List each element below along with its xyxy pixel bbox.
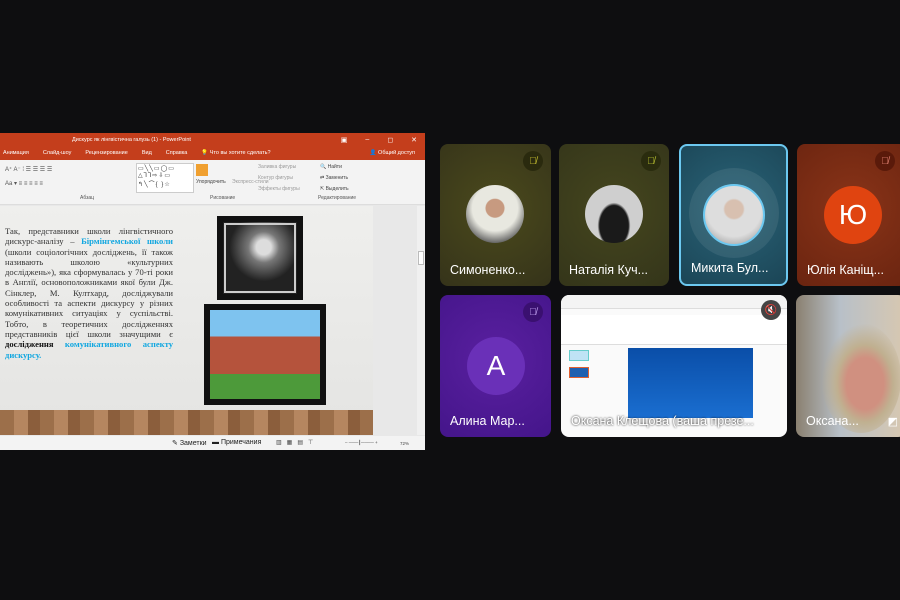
tab-slideshow[interactable]: Слайд-шоу xyxy=(43,150,72,156)
find-label: Найти xyxy=(327,164,342,170)
shared-titlebar xyxy=(561,295,787,309)
maximize-button[interactable]: ◻ xyxy=(387,136,393,144)
participant-tile[interactable]: Ю 🎙̸ Юлія Каніщ... xyxy=(797,144,900,286)
view-buttons[interactable]: ▥ ▦ ▤ ⊤ xyxy=(276,439,313,446)
shapes-gallery[interactable]: ▭╲╲▭◯▭ △⅂⅂⇨⇩▭ ↰╲⌒{ }☆ xyxy=(136,163,194,193)
avatar xyxy=(703,184,765,246)
notes-label: Заметки xyxy=(179,440,207,447)
avatar xyxy=(466,185,524,243)
tab-animation[interactable]: Анимация xyxy=(3,150,29,156)
zoom-slider[interactable]: – ───┃──── + xyxy=(345,440,378,446)
title-bar: Дискурс як лінгвістична галузь (1) - Pow… xyxy=(0,133,425,146)
avatar-initial: Ю xyxy=(838,199,868,230)
select-label: Выделить xyxy=(325,186,349,192)
powerpoint-window: Дискурс як лінгвістична галузь (1) - Pow… xyxy=(0,133,425,450)
participant-tile[interactable]: 🎙̸ Симоненко... xyxy=(440,144,551,286)
close-button[interactable]: ✕ xyxy=(411,136,417,144)
participant-name: Микита Бул... xyxy=(691,261,769,275)
shape-outline-button[interactable]: Контур фигуры xyxy=(258,175,293,181)
participant-tile[interactable]: 🎙̸ Наталія Куч... xyxy=(559,144,669,286)
text-highlight-1: Бірмінгемської школи xyxy=(81,236,173,247)
zoom-level: 72% xyxy=(400,441,410,446)
group-paragraph: Абзац xyxy=(80,195,95,201)
avatar: Ю xyxy=(824,186,882,244)
slide-canvas[interactable]: Так, представники школи лінгвістичного д… xyxy=(0,206,373,435)
thumbnail-2 xyxy=(569,367,589,378)
shared-ribbon xyxy=(561,315,787,345)
ribbon: A⁺ A⁻ ⁞ ☰ ☰ ☰ ☰ Aa ▾ ≡ ≡ ≡ ≡ ≡ Абзац ▭╲╲… xyxy=(0,160,425,205)
picture-in-picture-icon[interactable]: ◩ xyxy=(888,415,898,428)
text-bold: дослідження xyxy=(5,339,54,350)
arrange-button[interactable]: Упорядочить xyxy=(196,179,226,185)
replace-label: Заменить xyxy=(325,175,349,181)
tell-me-label: Что вы хотите сделать? xyxy=(209,150,271,156)
vertical-scrollbar[interactable] xyxy=(417,206,425,435)
minimize-button[interactable]: – xyxy=(365,136,369,144)
share-label: Общий доступ xyxy=(378,150,415,156)
share-button[interactable]: 👤 Общий доступ xyxy=(370,150,415,156)
shape-effects-button[interactable]: Эффекты фигуры xyxy=(258,186,300,192)
participant-name: Юлія Каніщ... xyxy=(807,263,884,277)
avatar xyxy=(585,185,643,243)
participant-name: Симоненко... xyxy=(450,263,526,277)
group-drawing: Рисование xyxy=(210,195,236,201)
muted-mic-icon: 🎙̸ xyxy=(875,151,895,171)
notes-button[interactable]: ✎ Заметки xyxy=(172,439,207,447)
comments-button[interactable]: ▬ Примечания xyxy=(212,439,261,446)
avatar: А xyxy=(467,337,525,395)
group-editing: Редактирование xyxy=(318,195,357,201)
screen-share-tile[interactable]: 🔇 Оксана Клещова (ваша презе... xyxy=(561,295,787,437)
muted-speaker-icon: 🔇 xyxy=(761,300,781,320)
muted-mic-icon: 🎙̸ xyxy=(523,151,543,171)
avatar-initial: А xyxy=(486,350,506,381)
find-button[interactable]: 🔍 Найти xyxy=(320,164,342,170)
portrait-photo xyxy=(217,216,303,300)
shape-fill-button[interactable]: Заливка фигуры xyxy=(258,164,296,170)
thumbnail-1 xyxy=(569,350,589,361)
ribbon-display-icon[interactable]: ▣ xyxy=(341,136,348,144)
wood-floor-decoration xyxy=(0,410,373,435)
window-title: Дискурс як лінгвістична галузь (1) - Pow… xyxy=(72,137,191,143)
slide: Так, представники школи лінгвістичного д… xyxy=(0,206,373,435)
participant-tile-speaking[interactable]: Микита Бул... xyxy=(679,144,788,286)
participant-tile[interactable]: А 🎙̸ Алина Мар... xyxy=(440,295,551,437)
replace-button[interactable]: ⇄ Заменить xyxy=(320,175,348,181)
participant-name: Оксана... xyxy=(806,414,859,428)
select-button[interactable]: ⇱ Выделить xyxy=(320,186,349,192)
font-controls[interactable]: A⁺ A⁻ ⁞ ☰ ☰ ☰ ☰ xyxy=(5,166,52,173)
participant-name: Оксана Клещова (ваша презе... xyxy=(571,414,754,428)
ribbon-tabs: Анимация Слайд-шоу Рецензирование Вид Сп… xyxy=(0,146,425,160)
participant-video-tile[interactable]: Оксана... ◩ xyxy=(796,295,900,437)
shared-slide xyxy=(628,348,753,418)
text-p2: (школи соціологічних досліджень, її тако… xyxy=(5,246,173,339)
tab-help[interactable]: Справка xyxy=(166,150,188,156)
muted-mic-icon: 🎙̸ xyxy=(641,151,661,171)
arrange-icon xyxy=(196,164,208,176)
status-bar: ✎ Заметки ▬ Примечания ▥ ▦ ▤ ⊤ – ───┃───… xyxy=(0,436,425,450)
slide-text[interactable]: Так, представники школи лінгвістичного д… xyxy=(5,226,173,360)
participant-name: Наталія Куч... xyxy=(569,263,649,277)
tab-view[interactable]: Вид xyxy=(142,150,152,156)
tab-review[interactable]: Рецензирование xyxy=(85,150,127,156)
tell-me-search[interactable]: 💡 Что вы хотите сделать? xyxy=(201,150,270,156)
comments-label: Примечания xyxy=(220,439,262,446)
muted-mic-icon: 🎙̸ xyxy=(523,302,543,322)
paragraph-controls[interactable]: Aa ▾ ≡ ≡ ≡ ≡ ≡ xyxy=(5,180,43,187)
university-building-photo xyxy=(204,304,326,405)
participant-name: Алина Мар... xyxy=(450,414,525,428)
